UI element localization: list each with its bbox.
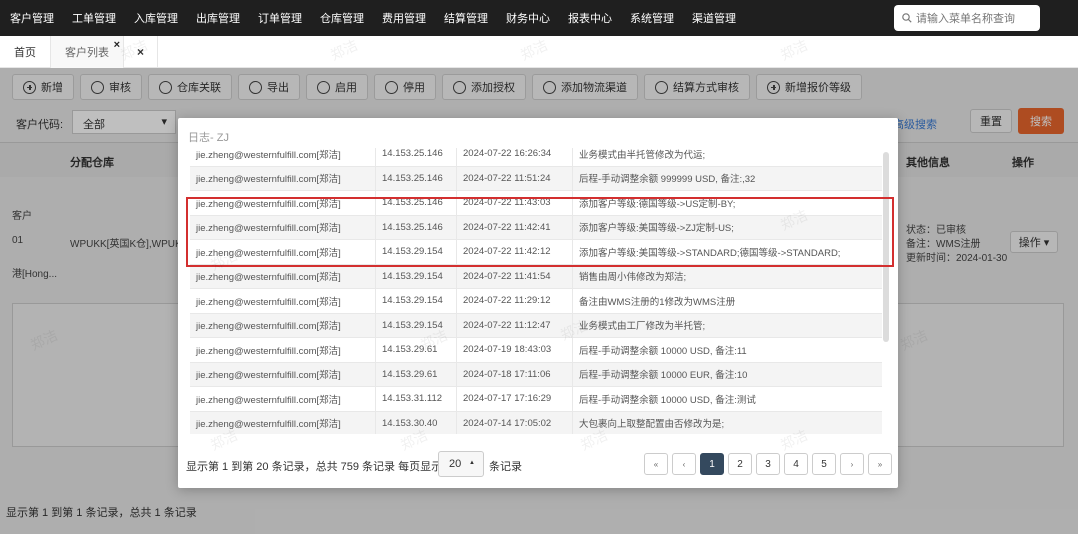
log-time: 2024-07-22 11:12:47 [457, 313, 573, 337]
nav-menu-item[interactable]: 财务中心 [506, 10, 550, 26]
log-user: jie.zheng@westernfulfill.com[郑洁] [190, 313, 376, 337]
log-user: jie.zheng@westernfulfill.com[郑洁] [190, 264, 376, 288]
log-ip: 14.153.31.112 [376, 387, 457, 411]
log-time: 2024-07-22 11:51:24 [457, 166, 573, 190]
log-row: jie.zheng@westernfulfill.com[郑洁] 14.153.2… [190, 166, 882, 191]
nav-menu-item[interactable]: 渠道管理 [692, 10, 736, 26]
log-message: 销售由周小伟修改为郑洁; [579, 272, 687, 284]
nav-menu-item[interactable]: 入库管理 [134, 10, 178, 26]
nav-menu-item[interactable]: 结算管理 [444, 10, 488, 26]
pager-summary: 显示第 1 到第 20 条记录，总共 759 条记录 每页显示 [186, 461, 443, 473]
log-message: 后程-手动调整余额 10000 USD, 备注:测试 [579, 394, 756, 406]
log-ip: 14.153.29.154 [376, 289, 457, 313]
log-ip: 14.153.29.154 [376, 313, 457, 337]
log-row: jie.zheng@westernfulfill.com[郑洁] 14.153.2… [190, 264, 882, 289]
log-message: 备注由WMS注册的1修改为WMS注册 [579, 296, 736, 308]
log-row: jie.zheng@westernfulfill.com[郑洁] 14.153.2… [190, 362, 882, 387]
log-user: jie.zheng@westernfulfill.com[郑洁] [190, 387, 376, 411]
close-tab-icon[interactable]: × [114, 39, 120, 51]
log-user: jie.zheng@westernfulfill.com[郑洁] [190, 166, 376, 190]
page-button[interactable]: 1 [700, 453, 724, 475]
log-ip: 14.153.25.146 [376, 148, 457, 166]
page-size-value: 20 [449, 458, 462, 470]
page-button[interactable]: 5 [812, 453, 836, 475]
log-ip: 14.153.30.40 [376, 411, 457, 434]
nav-menu-item[interactable]: 报表中心 [568, 10, 612, 26]
page-size-select[interactable]: 20 [438, 451, 484, 477]
log-time: 2024-07-17 17:16:29 [457, 387, 573, 411]
pager-nav-button[interactable]: « [644, 453, 668, 475]
log-user: jie.zheng@westernfulfill.com[郑洁] [190, 362, 376, 386]
nav-menu-item[interactable]: 客户管理 [10, 10, 54, 26]
tab-bar: 首页 客户列表 × × [0, 36, 1078, 68]
log-row: jie.zheng@westernfulfill.com[郑洁] 14.153.3… [190, 387, 882, 412]
pagination: «‹ 1 2 3 4 5 ›» [644, 453, 892, 475]
log-ip: 14.153.29.154 [376, 264, 457, 288]
log-time: 2024-07-18 17:11:06 [457, 362, 573, 386]
nav-menu-item[interactable]: 工单管理 [72, 10, 116, 26]
nav-menu-item[interactable]: 费用管理 [382, 10, 426, 26]
log-user: jie.zheng@westernfulfill.com[郑洁] [190, 148, 376, 166]
log-row: jie.zheng@westernfulfill.com[郑洁] 14.153.2… [190, 313, 882, 338]
modal-title: 日志- ZJ [188, 132, 229, 144]
log-row: jie.zheng@westernfulfill.com[郑洁] 14.153.2… [190, 148, 882, 167]
log-row: jie.zheng@westernfulfill.com[郑洁] 14.153.3… [190, 411, 882, 434]
log-message: 后程-手动调整余额 10000 USD, 备注:11 [579, 345, 747, 357]
top-nav: 客户管理 工单管理 入库管理 出库管理 订单管理 仓库管理 费用管理 结算管理 财务中心 报表中心… [0, 0, 1078, 36]
log-row: jie.zheng@westernfulfill.com[郑洁] 14.153.2… [190, 289, 882, 314]
log-time: 2024-07-14 17:05:02 [457, 411, 573, 434]
log-time: 2024-07-22 11:29:12 [457, 289, 573, 313]
tab-customers-label: 客户列表 [65, 47, 109, 59]
pager-suffix: 条记录 [489, 461, 522, 473]
nav-menu-item[interactable]: 订单管理 [258, 10, 302, 26]
pager-nav-button[interactable]: › [840, 453, 864, 475]
log-message: 大包裹向上取整配置由否修改为是; [579, 419, 725, 431]
log-time: 2024-07-19 18:43:03 [457, 338, 573, 362]
page-button[interactable]: 2 [728, 453, 752, 475]
log-message: 后程-手动调整余额 10000 EUR, 备注:10 [579, 370, 748, 382]
log-modal: 日志- ZJ jie.zheng@westernfulfill.com[郑洁] 1… [178, 118, 898, 488]
tab-customers[interactable]: 客户列表 × [51, 36, 124, 68]
nav-menu-item[interactable]: 系统管理 [630, 10, 674, 26]
pager-nav-button[interactable]: ‹ [672, 453, 696, 475]
log-message: 业务模式由工厂修改为半托管; [579, 321, 706, 333]
pager-nav-button[interactable]: » [868, 453, 892, 475]
log-time: 2024-07-22 11:41:54 [457, 264, 573, 288]
log-time: 2024-07-22 16:26:34 [457, 148, 573, 166]
log-row: jie.zheng@westernfulfill.com[郑洁] 14.153.2… [190, 338, 882, 363]
log-ip: 14.153.29.61 [376, 362, 457, 386]
search-placeholder: 请输入菜单名称查询 [916, 13, 1015, 25]
log-table: jie.zheng@westernfulfill.com[郑洁] 14.153.2… [190, 148, 882, 434]
tab-home[interactable]: 首页 [0, 36, 51, 68]
log-ip: 14.153.29.61 [376, 338, 457, 362]
search-icon [902, 13, 912, 23]
log-ip: 14.153.25.146 [376, 166, 457, 190]
main-menu: 客户管理 工单管理 入库管理 出库管理 订单管理 仓库管理 费用管理 结算管理 财务中心 报表中心… [0, 0, 744, 36]
close-all-tabs-button[interactable]: × [124, 36, 158, 68]
page-button[interactable]: 3 [756, 453, 780, 475]
log-message: 后程-手动调整余额 999999 USD, 备注:,32 [579, 174, 756, 186]
log-message: 业务模式由半托管修改为代运; [579, 149, 706, 161]
log-user: jie.zheng@westernfulfill.com[郑洁] [190, 338, 376, 362]
nav-menu-item[interactable]: 仓库管理 [320, 10, 364, 26]
log-user: jie.zheng@westernfulfill.com[郑洁] [190, 289, 376, 313]
log-user: jie.zheng@westernfulfill.com[郑洁] [190, 411, 376, 434]
highlight-box [186, 197, 894, 267]
page-button[interactable]: 4 [784, 453, 808, 475]
menu-search-input[interactable]: 请输入菜单名称查询 [894, 5, 1040, 31]
nav-menu-item[interactable]: 出库管理 [196, 10, 240, 26]
